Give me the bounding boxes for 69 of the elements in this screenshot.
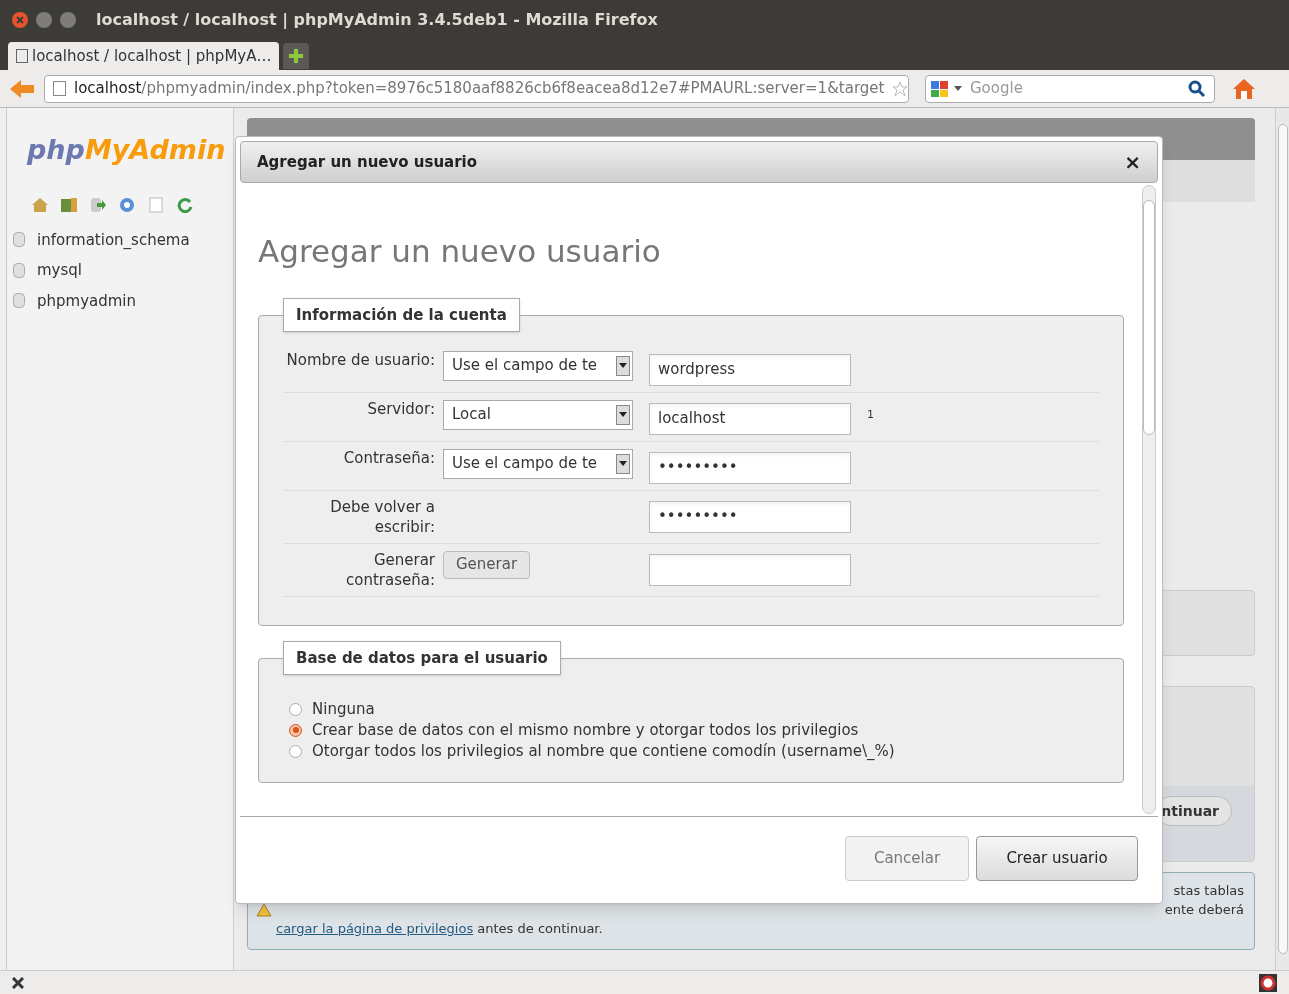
star-icon[interactable]	[892, 80, 908, 97]
radio-option[interactable]: Crear base de datos con el mismo nombre y otorgar todos los privilegios	[289, 719, 1123, 741]
caret-icon	[616, 453, 630, 474]
field-label: Nombre de usuario:	[285, 349, 436, 370]
maximize-icon[interactable]	[60, 12, 76, 28]
input-field[interactable]	[649, 553, 851, 586]
window-title: localhost / localhost | phpMyAdmin 3.4.5deb1 - Mozilla Firefox	[96, 9, 658, 31]
privileges-link[interactable]: cargar la página de privilegios	[276, 921, 474, 936]
input-field[interactable]: localhost	[649, 402, 851, 435]
database-icon	[13, 262, 25, 278]
fieldset-legend: Base de datos para el usuario	[283, 640, 561, 675]
input-field[interactable]: •••••••••	[649, 500, 851, 533]
input-field[interactable]: •••••••••	[649, 451, 851, 484]
caret-icon	[954, 86, 962, 91]
radio-option[interactable]: Ninguna	[289, 698, 1123, 720]
radio-option[interactable]: Otorgar todos los privilegios al nombre que contiene comodín (username\_%)	[289, 740, 1123, 762]
notice-text: ente deberá	[1163, 901, 1244, 919]
dropdown[interactable]: Local	[443, 399, 633, 430]
database-item[interactable]: mysql	[13, 259, 233, 282]
close-button[interactable]: ×	[1124, 152, 1141, 172]
search-icon[interactable]	[1188, 79, 1206, 98]
database-item[interactable]: information_schema	[13, 228, 233, 251]
generate-button[interactable]: Generar	[443, 550, 531, 579]
dropdown[interactable]: Use el campo de te	[443, 448, 633, 479]
help-icon[interactable]	[118, 196, 136, 213]
dropdown[interactable]: Use el campo de te	[443, 350, 633, 381]
option-label: Otorgar todos los privilegios al nombre que contiene comodín (username\_%)	[312, 740, 895, 762]
minimize-icon[interactable]	[36, 12, 52, 28]
database-arrow-icon[interactable]	[89, 196, 107, 213]
page-heading: Agregar un nuevo usuario	[258, 232, 662, 271]
database-icon	[13, 293, 25, 309]
option-label: Ninguna	[312, 698, 375, 720]
option-label: Crear base de datos con el mismo nombre y otorgar todos los privilegios	[312, 719, 859, 741]
addon-icon[interactable]	[1259, 973, 1277, 992]
database-item[interactable]: phpmyadmin	[13, 289, 233, 312]
exit-icon[interactable]	[60, 196, 78, 213]
fieldset-legend: Información de la cuenta	[283, 297, 520, 332]
home-icon[interactable]	[1231, 76, 1257, 101]
new-tab-icon[interactable]	[283, 43, 310, 69]
database-icon	[13, 232, 25, 248]
browser-tab[interactable]: localhost / localhost | phpMyA…	[8, 42, 280, 70]
page-icon	[16, 49, 28, 63]
logo[interactable]: phpMyAdmin	[27, 130, 233, 171]
search-engine-icon[interactable]	[930, 79, 950, 98]
cancel-button[interactable]: Cancelar	[845, 835, 969, 881]
input-field[interactable]: wordpress	[649, 353, 851, 386]
footnote-mark: 1	[867, 406, 874, 423]
refresh-icon[interactable]	[176, 196, 194, 213]
caret-icon	[616, 404, 630, 425]
page-icon	[53, 81, 66, 96]
home-icon[interactable]	[31, 196, 49, 213]
notice-text: stas tablas	[1172, 882, 1244, 900]
dialog-title: Agregar un nuevo usuario	[257, 151, 478, 173]
field-label: Servidor:	[366, 398, 436, 419]
close-icon[interactable]	[12, 976, 24, 989]
caret-icon	[616, 355, 630, 376]
field-label: Debe volver a escribir:	[329, 496, 436, 537]
radio-button[interactable]	[289, 702, 302, 716]
radio-button[interactable]	[289, 744, 302, 758]
scroll-thumb[interactable]	[1143, 200, 1155, 435]
notice-text: cargar la página de privilegios antes de continuar.	[276, 920, 604, 938]
radio-button[interactable]	[289, 723, 302, 737]
field-label: Contraseña:	[342, 447, 436, 468]
scroll-thumb[interactable]	[1277, 124, 1288, 954]
back-icon[interactable]	[8, 77, 36, 100]
field-label: Generar contraseña:	[345, 549, 436, 590]
url-text: localhost/phpmyadmin/index.php?token=8976c5180aaf8826cb6f8eacea8d12e7#PMAURL:server=1&target	[74, 78, 885, 100]
create-user-button[interactable]: Crear usuario	[976, 835, 1138, 881]
address-field[interactable]: localhost/phpmyadmin/index.php?token=8976c5180aaf8826cb6f8eacea8d12e7#PMAURL:server=1&target	[44, 74, 909, 103]
